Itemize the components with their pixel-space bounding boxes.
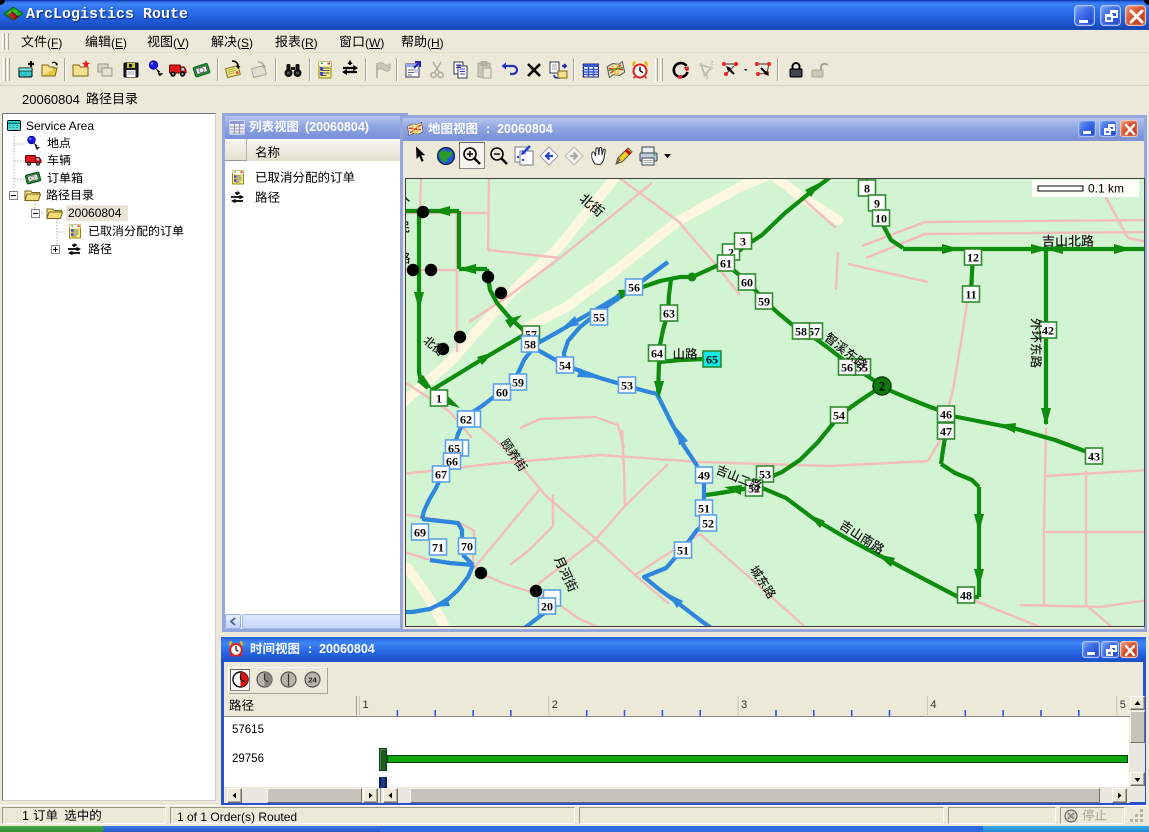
- svg-text:0.1 km: 0.1 km: [1088, 182, 1124, 196]
- svg-text:5: 5: [1120, 699, 1126, 711]
- svg-text:59: 59: [758, 295, 770, 309]
- svg-text:2: 2: [710, 61, 714, 67]
- svg-text:52: 52: [702, 517, 714, 531]
- svg-text:47: 47: [940, 425, 952, 439]
- svg-text:48: 48: [960, 589, 972, 603]
- svg-text:58: 58: [795, 325, 807, 339]
- svg-text:8: 8: [864, 182, 870, 196]
- svg-text:4: 4: [930, 699, 936, 711]
- svg-text:60: 60: [741, 276, 753, 290]
- svg-text:70: 70: [461, 540, 473, 554]
- svg-text:67: 67: [435, 468, 447, 482]
- svg-text:1: 1: [363, 699, 369, 711]
- svg-text:71: 71: [432, 541, 444, 555]
- svg-text:63: 63: [663, 307, 675, 321]
- svg-text:20: 20: [541, 600, 553, 614]
- svg-text:3: 3: [740, 235, 746, 249]
- svg-text:51: 51: [698, 502, 710, 516]
- svg-text:49: 49: [698, 469, 710, 483]
- svg-text:56: 56: [841, 361, 853, 375]
- svg-text:12: 12: [967, 251, 979, 265]
- svg-text:62: 62: [460, 413, 472, 427]
- svg-text:9: 9: [874, 197, 880, 211]
- svg-text:60: 60: [496, 386, 508, 400]
- svg-text:65: 65: [706, 353, 718, 367]
- svg-text:46: 46: [940, 408, 952, 422]
- svg-text:42: 42: [1042, 324, 1054, 338]
- svg-text:54: 54: [559, 359, 571, 373]
- svg-text:11: 11: [965, 288, 976, 302]
- svg-text:69: 69: [414, 526, 426, 540]
- svg-text:2: 2: [879, 380, 885, 394]
- svg-text:1: 1: [436, 392, 442, 406]
- svg-text:10: 10: [875, 212, 887, 226]
- svg-text:24: 24: [308, 676, 317, 685]
- svg-text:59: 59: [512, 376, 524, 390]
- svg-text:56: 56: [628, 281, 640, 295]
- svg-text:58: 58: [524, 338, 536, 352]
- svg-text:3: 3: [705, 75, 709, 80]
- svg-text:55: 55: [593, 311, 605, 325]
- svg-text:2: 2: [552, 699, 558, 711]
- svg-text:53: 53: [621, 379, 633, 393]
- svg-text:64: 64: [651, 347, 663, 361]
- svg-text:51: 51: [677, 544, 689, 558]
- svg-text:3: 3: [741, 699, 747, 711]
- svg-text:54: 54: [833, 409, 845, 423]
- svg-text:61: 61: [720, 257, 732, 271]
- svg-text:43: 43: [1088, 450, 1100, 464]
